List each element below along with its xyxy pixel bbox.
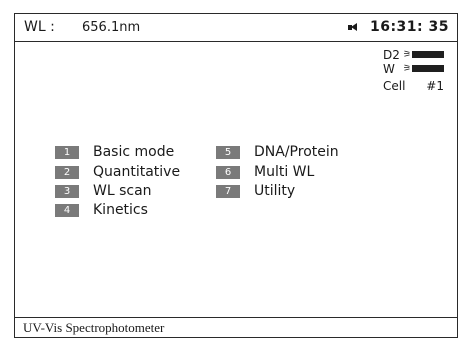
menu-item-label: Kinetics: [93, 202, 148, 218]
main-menu: 1 Basic mode 2 Quantitative 3 WL scan 4 …: [15, 14, 457, 337]
menu-item-label: Basic mode: [93, 144, 175, 160]
menu-number-badge: 3: [55, 185, 79, 198]
device-name: UV-Vis Spectrophotometer: [23, 320, 165, 335]
menu-item-label: DNA/Protein: [254, 144, 339, 160]
menu-item-label: WL scan: [93, 183, 152, 199]
menu-number-badge: 4: [55, 204, 79, 217]
menu-number-badge: 7: [216, 185, 240, 198]
menu-number-badge: 6: [216, 166, 240, 179]
menu-number-badge: 2: [55, 166, 79, 179]
menu-item-label: Utility: [254, 183, 296, 199]
menu-number-badge: 5: [216, 146, 240, 159]
menu-item-label: Multi WL: [254, 164, 315, 180]
menu-number-badge: 1: [55, 146, 79, 159]
menu-item-label: Quantitative: [93, 164, 181, 180]
bottom-status-bar: UV-Vis Spectrophotometer: [15, 317, 457, 337]
instrument-screen: WL : 656.1nm 16:31: 35 D2 ⚞ W ⚞ Cell #1 …: [14, 13, 458, 338]
